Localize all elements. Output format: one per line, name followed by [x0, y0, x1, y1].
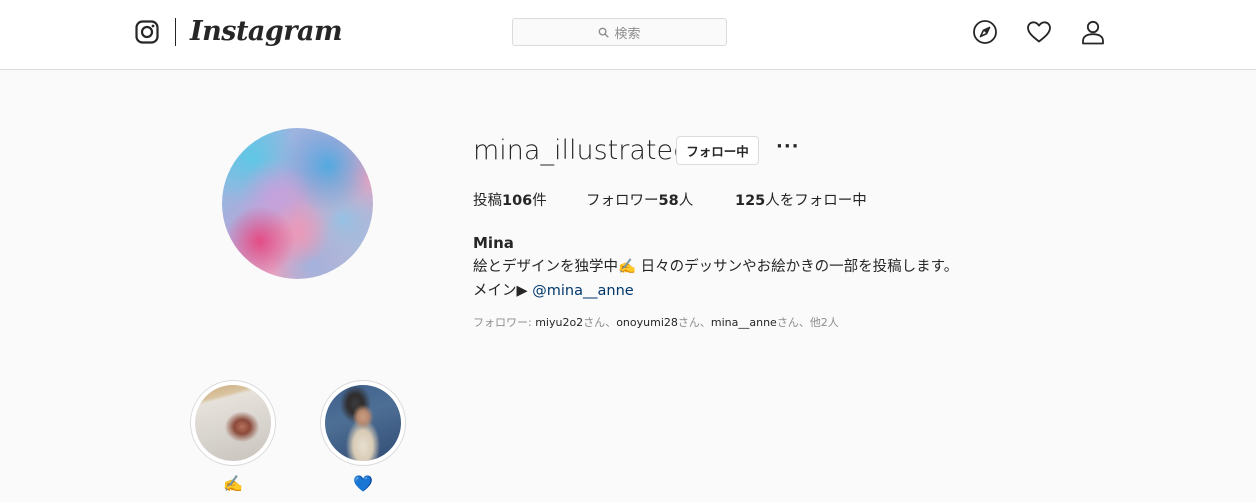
followers-suffix: 人	[678, 193, 694, 209]
bio-mention-link[interactable]: @mina__anne	[532, 283, 633, 299]
followed-by-honorific: さん	[776, 316, 799, 329]
bio-text: 絵とデザインを独学中✍️ 日々のデッサンやお絵かきの一部を投稿します。	[473, 259, 959, 275]
bio-main-prefix: メイン▶	[473, 283, 533, 299]
logo-divider	[175, 18, 176, 46]
bio-main-account: メイン▶ @mina__anne	[473, 280, 634, 302]
search-placeholder: 検索	[614, 26, 641, 42]
highlight-cover-image	[195, 385, 271, 461]
story-highlight[interactable]	[320, 380, 406, 466]
following-link[interactable]: 125人をフォロー中	[735, 191, 867, 211]
user-icon[interactable]	[1080, 19, 1106, 45]
followed-by-prefix: フォロワー:	[473, 316, 536, 329]
following-number: 125	[735, 193, 766, 209]
more-options-button[interactable]: ···	[776, 138, 799, 162]
compass-icon[interactable]	[972, 19, 998, 45]
followers-link[interactable]: フォロワー58人	[586, 191, 693, 211]
instagram-camera-icon[interactable]	[135, 20, 159, 44]
followed-by-others: 他2人	[809, 316, 839, 329]
highlight-label: 💙	[353, 474, 373, 493]
followed-by-user: onoyumi28	[616, 316, 678, 329]
followed-by-user: miyu2o2	[535, 316, 584, 329]
profile-full-name: Mina	[473, 234, 514, 252]
instagram-wordmark[interactable]: Instagram	[190, 14, 343, 50]
followers-prefix: フォロワー	[586, 193, 659, 209]
search-icon	[599, 27, 610, 38]
profile-avatar[interactable]	[222, 128, 373, 279]
followers-number: 58	[658, 193, 679, 209]
profile-username: mina_illustrated	[473, 135, 691, 166]
followed-by[interactable]: フォロワー: miyu2o2さん、onoyumi28さん、mina__anneさ…	[473, 315, 839, 331]
posts-count: 投稿106件	[473, 191, 547, 211]
highlight-cover-image	[325, 385, 401, 461]
posts-number: 106	[502, 193, 533, 209]
followed-by-separator: 、	[798, 316, 810, 329]
followed-by-user: mina__anne	[710, 316, 777, 329]
search-input[interactable]: 検索	[512, 18, 727, 46]
posts-suffix: 件	[532, 193, 547, 209]
top-navigation-bar: Instagram 検索	[0, 0, 1256, 70]
followed-by-separator: 、	[605, 316, 617, 329]
followed-by-separator: 、	[699, 316, 711, 329]
followed-by-honorific: さん	[583, 316, 606, 329]
heart-icon[interactable]	[1026, 19, 1052, 45]
posts-prefix: 投稿	[473, 193, 502, 209]
following-suffix: 人をフォロー中	[765, 193, 867, 209]
highlight-label: ✍️	[223, 474, 243, 493]
followed-by-honorific: さん	[677, 316, 700, 329]
following-button[interactable]: フォロー中	[676, 136, 759, 165]
story-highlight[interactable]	[190, 380, 276, 466]
